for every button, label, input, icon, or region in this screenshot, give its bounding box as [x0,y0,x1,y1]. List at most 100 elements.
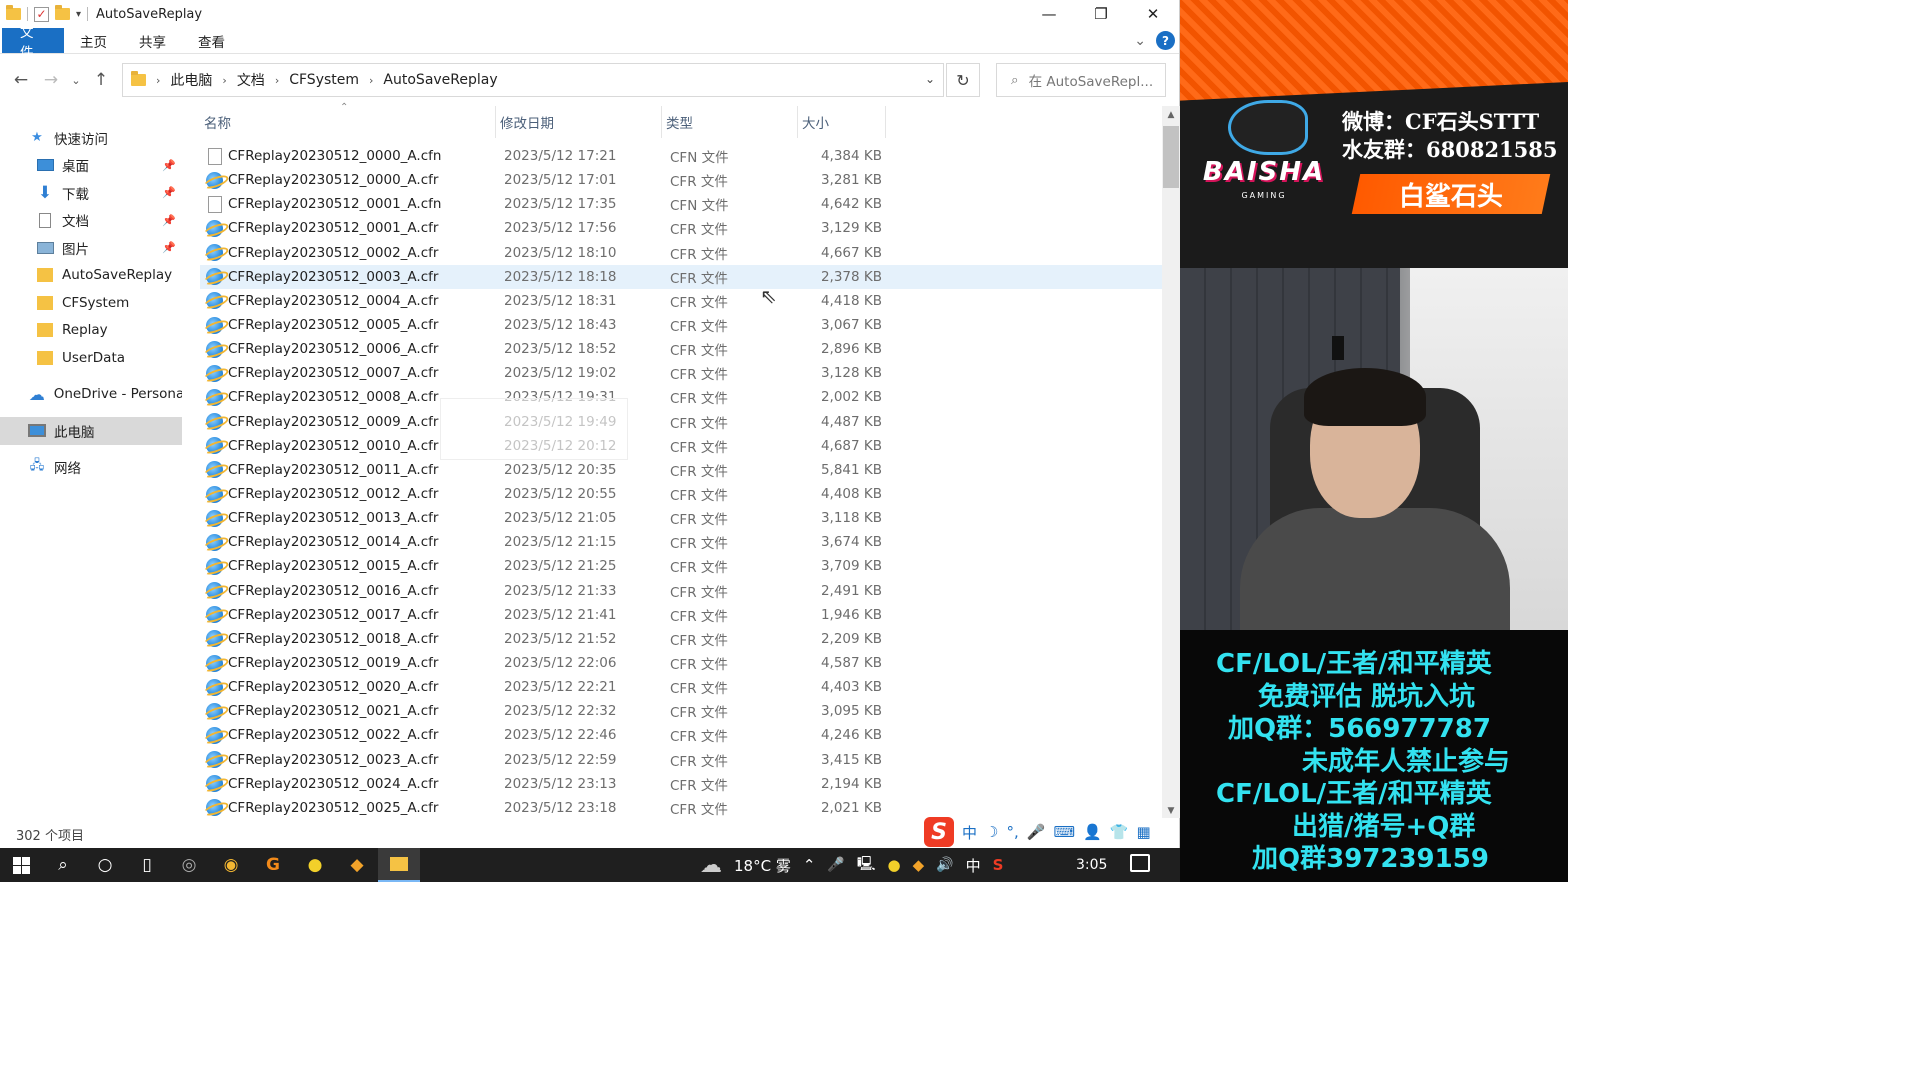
skin-icon[interactable]: 👕 [1110,823,1129,841]
file-row[interactable]: CFReplay20230512_0004_A.cfr 2023/5/12 18:… [200,289,1162,313]
column-date[interactable]: 修改日期 [496,106,662,138]
file-name-cell[interactable]: CFReplay20230512_0015_A.cfr [200,557,496,575]
scroll-up-icon[interactable]: ▲ [1162,110,1180,120]
file-name-cell[interactable]: CFReplay20230512_0004_A.cfr [200,292,496,310]
file-row[interactable]: CFReplay20230512_0008_A.cfr2023/5/12 19:… [200,385,1162,409]
nav-onedrive[interactable]: ☁ OneDrive - Persona [0,381,182,409]
network-icon[interactable]: 🖳 [857,853,876,877]
file-name-cell[interactable]: CFReplay20230512_0023_A.cfr [200,751,496,769]
new-folder-icon[interactable] [55,5,70,20]
chevron-right-icon[interactable]: › [152,74,164,87]
close-button[interactable]: ✕ [1127,0,1179,28]
scroll-down-icon[interactable]: ▼ [1162,806,1180,816]
file-row[interactable]: CFReplay20230512_0011_A.cfr 2023/5/12 20:… [200,458,1162,482]
chevron-down-icon[interactable]: ⌄ [925,72,935,86]
moon-icon[interactable]: ☽ [985,823,998,841]
file-row[interactable]: CFReplay20230512_0007_A.cfr 2023/5/12 19:… [200,361,1162,385]
search-icon[interactable]: ⌕ [42,848,84,882]
file-row[interactable]: CFReplay20230512_0002_A.cfr 2023/5/12 18:… [200,241,1162,265]
file-name-cell[interactable]: CFReplay20230512_0017_A.cfr [200,606,496,624]
file-row[interactable]: CFReplay20230512_0001_A.cfr 2023/5/12 17:… [200,216,1162,240]
file-name-cell[interactable]: CFReplay20230512_0002_A.cfr [200,244,496,262]
back-arrow-icon[interactable]: ← [6,70,36,90]
help-icon[interactable]: ? [1156,31,1175,50]
app-character-icon[interactable]: ● [294,848,336,882]
nav-folder-autosavereplay[interactable]: AutoSaveReplay [0,262,182,290]
file-name-cell[interactable]: CFReplay20230512_0020_A.cfr [200,678,496,696]
start-button[interactable] [0,848,42,882]
file-name-cell[interactable]: CFReplay20230512_0018_A.cfr [200,630,496,648]
file-row[interactable]: CFReplay20230512_0013_A.cfr 2023/5/12 21:… [200,506,1162,530]
app-owl-icon[interactable]: ◉ [210,848,252,882]
scrollbar-thumb[interactable] [1163,126,1179,188]
file-name-cell[interactable]: CFReplay20230512_0011_A.cfr [200,461,496,479]
input-language[interactable]: 中 [966,855,981,876]
file-name-cell[interactable]: CFReplay20230512_0025_A.cfr [200,799,496,817]
minimize-button[interactable]: — [1023,0,1075,28]
file-row[interactable]: CFReplay20230512_0017_A.cfr 2023/5/12 21:… [200,603,1162,627]
file-row[interactable]: CFReplay20230512_0020_A.cfr 2023/5/12 22:… [200,675,1162,699]
nav-pictures[interactable]: 图片 📌 [0,234,182,262]
address-bar[interactable]: › 此电脑 › 文档 › CFSystem › AutoSaveReplay ⌄ [122,63,944,97]
weather-text[interactable]: 18°C 雾 [734,855,791,876]
ime-mode[interactable]: 中 [962,822,977,843]
pin-icon[interactable]: 📌 [162,159,176,172]
file-name-cell[interactable]: CFReplay20230512_0024_A.cfr [200,775,496,793]
nav-folder-replay[interactable]: Replay [0,317,182,345]
tab-home[interactable]: 主页 [64,28,123,53]
recent-locations-icon[interactable]: ⌄ [66,74,86,87]
breadcrumb-autosavereplay[interactable]: AutoSaveReplay [377,72,503,88]
punctuation-icon[interactable]: °, [1006,823,1018,841]
nav-documents[interactable]: 文档 📌 [0,207,182,235]
breadcrumb-documents[interactable]: 文档 [231,70,271,90]
clock[interactable]: 3:05 [1076,848,1107,882]
nav-folder-userdata[interactable]: UserData [0,344,182,372]
file-row[interactable]: CFReplay20230512_0005_A.cfr 2023/5/12 18:… [200,313,1162,337]
column-size[interactable]: 大小 [798,106,886,138]
file-name-cell[interactable]: CFReplay20230512_0000_A.cfr [200,171,496,189]
breadcrumb-cfsystem[interactable]: CFSystem [283,72,365,88]
file-row[interactable]: CFReplay20230512_0010_A.cfr2023/5/12 20:… [200,434,1162,458]
weather-cloud-icon[interactable]: ☁ [700,853,722,878]
sogou-ime-icon[interactable]: S [924,817,954,847]
file-name-cell[interactable]: CFReplay20230512_0007_A.cfr [200,364,496,382]
file-row[interactable]: CFReplay20230512_0016_A.cfr 2023/5/12 21:… [200,579,1162,603]
user-icon[interactable]: 👤 [1083,823,1102,841]
file-row[interactable]: CFReplay20230512_0024_A.cfr 2023/5/12 23:… [200,772,1162,796]
file-row[interactable]: CFReplay20230512_0001_A.cfn 2023/5/12 17:… [200,192,1162,216]
volume-icon[interactable]: 🔊 [936,857,953,873]
file-row[interactable]: CFReplay20230512_0014_A.cfr 2023/5/12 21:… [200,530,1162,554]
file-row[interactable]: CFReplay20230512_0021_A.cfr 2023/5/12 22:… [200,699,1162,723]
file-name-cell[interactable]: CFReplay20230512_0012_A.cfr [200,485,496,503]
file-name-cell[interactable]: CFReplay20230512_0000_A.cfn [200,147,496,165]
file-row[interactable]: CFReplay20230512_0015_A.cfr 2023/5/12 21:… [200,554,1162,578]
file-row[interactable]: CFReplay20230512_0023_A.cfr 2023/5/12 22:… [200,748,1162,772]
file-row[interactable]: CFReplay20230512_0019_A.cfr 2023/5/12 22:… [200,651,1162,675]
file-name-cell[interactable]: CFReplay20230512_0014_A.cfr [200,533,496,551]
nav-folder-cfsystem[interactable]: CFSystem [0,289,182,317]
file-row[interactable]: CFReplay20230512_0000_A.cfn 2023/5/12 17:… [200,144,1162,168]
grid-icon[interactable]: ▦ [1136,823,1150,841]
restore-button[interactable]: ❐ [1075,0,1127,28]
forward-arrow-icon[interactable]: → [36,70,66,90]
app-g-icon[interactable]: G [252,848,294,882]
nav-quick-access[interactable]: ★ 快速访问 [0,124,182,152]
pin-icon[interactable]: 📌 [162,241,176,254]
vertical-scrollbar[interactable]: ▲ ▼ [1162,106,1180,818]
tab-share[interactable]: 共享 [123,28,182,53]
steam-icon[interactable]: ◎ [168,848,210,882]
nav-network[interactable]: 🖧 网络 [0,454,182,482]
sogou-tray-icon[interactable]: S [993,856,1004,874]
nav-downloads[interactable]: ⬇ 下载 📌 [0,179,182,207]
column-type[interactable]: 类型 [662,106,798,138]
file-name-cell[interactable]: CFReplay20230512_0022_A.cfr [200,726,496,744]
file-name-cell[interactable]: CFReplay20230512_0013_A.cfr [200,509,496,527]
file-row[interactable]: CFReplay20230512_0000_A.cfr 2023/5/12 17:… [200,168,1162,192]
refresh-button[interactable]: ↻ [946,63,980,97]
chevron-right-icon[interactable]: › [271,74,283,87]
tab-view[interactable]: 查看 [182,28,241,53]
search-input[interactable]: ⌕ 在 AutoSaveRepl... [996,63,1166,97]
task-view-icon[interactable]: ▯ [126,848,168,882]
properties-icon[interactable]: ✓ [34,6,49,22]
file-row[interactable]: CFReplay20230512_0012_A.cfr 2023/5/12 20:… [200,482,1162,506]
